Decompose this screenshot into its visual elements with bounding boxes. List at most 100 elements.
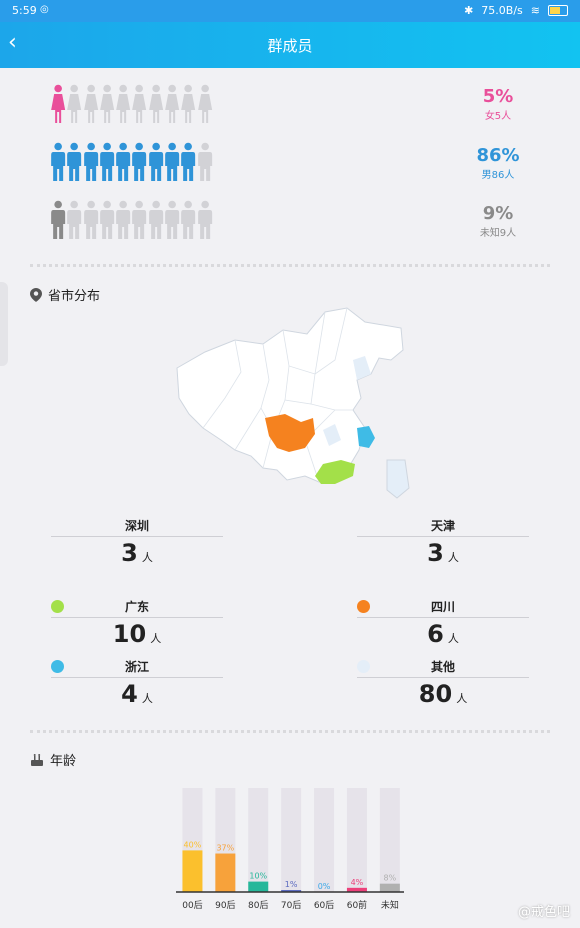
bar-category-label: 80后 (248, 900, 268, 911)
unknown-person-icon (67, 200, 82, 239)
side-drawer-handle[interactable] (0, 282, 8, 366)
male-icon (197, 142, 212, 181)
map-base (176, 307, 404, 483)
unknown-percent: 9% (482, 203, 514, 224)
section-divider (30, 264, 550, 267)
female-figure-row (50, 84, 213, 124)
female-icon (197, 84, 212, 123)
stat-value: 6 (427, 620, 444, 648)
bar-value-label: 37% (216, 844, 234, 853)
unknown-person-icon (165, 200, 180, 239)
bar-6 (379, 883, 400, 892)
region-zhejiang (357, 426, 375, 448)
male-icon (132, 142, 147, 181)
stat-unit: 人 (456, 692, 468, 705)
bar-category-label: 70后 (281, 900, 301, 911)
unknown-person-icon (100, 200, 115, 239)
age-title: 年龄 (50, 754, 77, 769)
female-icon (181, 84, 196, 123)
stat-unit: 人 (447, 551, 459, 564)
female-icon (116, 84, 131, 123)
male-icon (67, 142, 82, 181)
stat-value: 3 (427, 539, 444, 567)
female-icon (148, 84, 163, 123)
stat-value: 10 (112, 620, 147, 648)
bar-track (346, 788, 367, 892)
male-stat: 86% 男86人 (468, 145, 528, 181)
female-percent: 5% (482, 86, 514, 107)
male-percent: 86% (476, 145, 520, 166)
bar-value-label: 0% (318, 882, 331, 891)
bar-2 (248, 881, 269, 892)
bar-0 (182, 850, 203, 892)
unknown-person-icon (197, 200, 212, 239)
message-icon: ◎ (40, 4, 49, 15)
bar-track (314, 788, 335, 892)
stat-unit: 人 (141, 692, 153, 705)
unknown-figure-row (50, 200, 213, 240)
unknown-person-icon (132, 200, 147, 239)
male-figure-row (50, 142, 213, 182)
stat-name: 广东 (51, 599, 223, 618)
bar-category-label: 60前 (347, 899, 367, 911)
female-icon (67, 84, 82, 123)
stat-tianjin: 天津 3人 (357, 518, 529, 567)
region-other-3 (386, 459, 410, 499)
stat-other: 其他 80 人 (357, 659, 529, 708)
wifi-icon: ≋ (530, 4, 540, 17)
stat-zhejiang: 浙江 4人 (51, 659, 223, 708)
china-map (176, 307, 410, 499)
stat-name: 深圳 (51, 518, 223, 537)
status-time: 5:59 (12, 4, 37, 17)
bar-value-label: 40% (184, 840, 202, 849)
location-pin-icon (30, 287, 42, 302)
male-icon (181, 142, 196, 181)
cake-icon (31, 753, 43, 766)
age-section-title: 年龄 (30, 750, 76, 769)
stat-unit: 人 (447, 632, 459, 645)
bluetooth-icon: ✱ (464, 4, 474, 17)
female-icon (51, 84, 66, 123)
bar-track (281, 788, 302, 892)
unknown-stat: 9% 未知9人 (468, 203, 528, 239)
stat-unit: 人 (141, 551, 153, 564)
male-icon (148, 142, 163, 181)
title-bar: ‹ 群成员 (0, 22, 580, 68)
stat-name: 浙江 (51, 659, 223, 678)
bar-1 (215, 853, 236, 892)
region-section-title: 省市分布 (30, 285, 100, 304)
bar-category-label: 未知 (381, 899, 399, 911)
stat-guangdong: 广东 10 人 (51, 599, 223, 648)
stat-name: 其他 (357, 659, 529, 678)
bar-value-label: 10% (249, 872, 267, 881)
female-count: 女5人 (484, 111, 512, 122)
unknown-person-icon (51, 200, 66, 239)
stat-value: 4 (121, 680, 138, 708)
bar-category-label: 60后 (314, 900, 334, 911)
stat-value: 3 (121, 539, 138, 567)
unknown-person-icon (83, 200, 98, 239)
watermark: @戒色吧 (517, 905, 570, 920)
stat-shenzhen: 深圳 3人 (51, 518, 223, 567)
female-stat: 5% 女5人 (468, 86, 528, 122)
section-divider (30, 730, 550, 733)
bar-value-label: 1% (285, 880, 298, 889)
stat-value: 80 (418, 680, 453, 708)
stat-sichuan: 四川 6人 (357, 599, 529, 648)
female-icon (83, 84, 98, 123)
male-icon (165, 142, 180, 181)
bar-category-label: 00后 (182, 900, 202, 911)
unknown-person-icon (116, 200, 131, 239)
age-bar-chart: 40% 00后 37% 90后 10% 80后 1% 70后 0% 60后 4% 60前 8% 未知 (176, 788, 404, 911)
stat-name: 四川 (357, 599, 529, 618)
unknown-count: 未知9人 (479, 228, 517, 239)
male-count: 男86人 (481, 170, 515, 181)
male-icon (83, 142, 98, 181)
female-icon (165, 84, 180, 123)
stat-unit: 人 (150, 632, 162, 645)
bar-value-label: 4% (351, 878, 364, 887)
male-icon (51, 142, 66, 181)
battery-icon (548, 5, 568, 16)
male-icon (100, 142, 115, 181)
bar-category-label: 90后 (215, 900, 235, 911)
